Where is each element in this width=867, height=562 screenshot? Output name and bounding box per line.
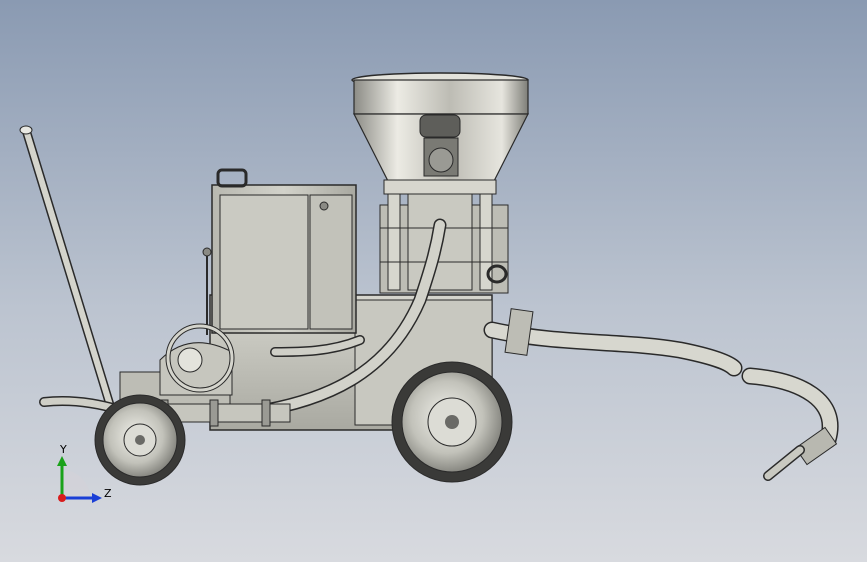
control-cabinet (202, 168, 357, 335)
y-axis-label: Y (59, 443, 67, 456)
nozzle (763, 426, 838, 481)
machine-model[interactable]: Y Z (0, 0, 867, 562)
z-axis-label: Z (104, 487, 112, 500)
delivery-hose (483, 308, 839, 449)
front-wheel (94, 394, 186, 486)
handle-bar (19, 125, 115, 410)
cad-viewport[interactable]: Y Z (0, 0, 867, 562)
rear-wheel (391, 361, 513, 483)
motor (419, 114, 461, 177)
